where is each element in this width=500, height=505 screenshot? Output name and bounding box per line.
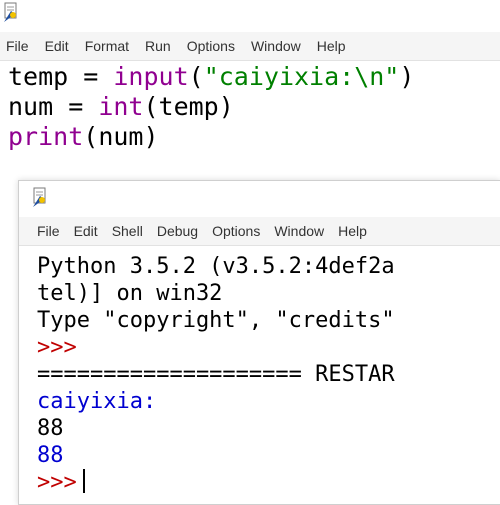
menu-edit[interactable]: Edit bbox=[74, 223, 98, 239]
menu-file[interactable]: File bbox=[6, 38, 29, 54]
banner-line: Type "copyright", "credits" bbox=[37, 308, 395, 333]
banner-line: Python 3.5.2 (v3.5.2:4def2a bbox=[37, 254, 395, 279]
program-output: 88 bbox=[37, 443, 64, 468]
idle-app-icon bbox=[4, 2, 17, 22]
shell-window: File Edit Shell Debug Options Window Hel… bbox=[18, 180, 500, 505]
menu-debug[interactable]: Debug bbox=[157, 223, 198, 239]
code-line-1: temp = input("caiyixia:\n") bbox=[8, 62, 415, 91]
menu-shell[interactable]: Shell bbox=[112, 223, 143, 239]
menu-run[interactable]: Run bbox=[145, 38, 171, 54]
input-prompt-text: caiyixia: bbox=[37, 389, 157, 414]
string-literal: "caiyixia:\n" bbox=[203, 62, 400, 91]
text-cursor bbox=[82, 469, 85, 493]
menu-help[interactable]: Help bbox=[317, 38, 346, 54]
menu-window[interactable]: Window bbox=[274, 223, 324, 239]
menu-help[interactable]: Help bbox=[338, 223, 367, 239]
menu-window[interactable]: Window bbox=[251, 38, 301, 54]
idle-app-icon bbox=[33, 187, 46, 207]
menu-edit[interactable]: Edit bbox=[45, 38, 69, 54]
shell-menubar: File Edit Shell Debug Options Window Hel… bbox=[19, 217, 500, 246]
editor-titlebar[interactable] bbox=[0, 0, 500, 32]
shell-prompt: >>> bbox=[37, 335, 77, 360]
code-line-2: num = int(temp) bbox=[8, 92, 234, 121]
builtin-print: print bbox=[8, 122, 84, 151]
shell-prompt: >>> bbox=[37, 470, 77, 495]
menu-options[interactable]: Options bbox=[187, 38, 235, 54]
restart-banner: ==================== RESTAR bbox=[37, 362, 395, 387]
builtin-input: input bbox=[113, 62, 189, 91]
banner-line: tel)] on win32 bbox=[37, 281, 223, 306]
menu-file[interactable]: File bbox=[37, 223, 60, 239]
builtin-int: int bbox=[98, 92, 144, 121]
menu-format[interactable]: Format bbox=[85, 38, 129, 54]
prompt-line[interactable]: >>> bbox=[37, 469, 395, 496]
shell-output[interactable]: Python 3.5.2 (v3.5.2:4def2a tel)] on win3… bbox=[37, 253, 395, 496]
shell-titlebar[interactable] bbox=[19, 181, 500, 217]
code-line-3: print(num) bbox=[8, 122, 159, 151]
user-input-text: 88 bbox=[37, 416, 64, 441]
menu-options[interactable]: Options bbox=[212, 223, 260, 239]
editor-menubar: File Edit Format Run Options Window Help bbox=[0, 32, 500, 61]
code-editor[interactable]: temp = input("caiyixia:\n") num = int(tem… bbox=[8, 62, 414, 152]
